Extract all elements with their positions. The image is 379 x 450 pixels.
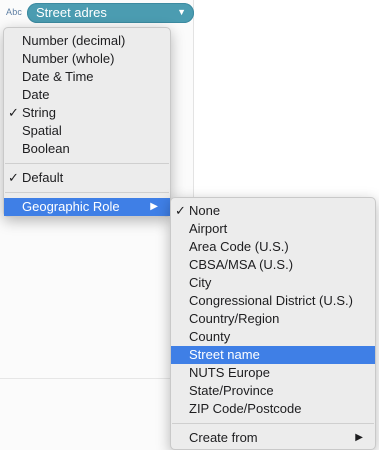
menu-separator — [5, 192, 169, 193]
submenu-item-create-from[interactable]: Create from ▶ — [171, 429, 375, 447]
checkmark-icon: ✓ — [175, 203, 186, 218]
menu-item-label: NUTS Europe — [189, 365, 270, 380]
menu-item-label: Street name — [189, 347, 260, 362]
submenu-item-street-name[interactable]: Street name — [171, 346, 375, 364]
menu-item-label: ZIP Code/Postcode — [189, 401, 302, 416]
menu-item-number-whole[interactable]: Number (whole) — [4, 50, 170, 68]
menu-item-label: County — [189, 329, 231, 344]
menu-item-label: CBSA/MSA (U.S.) — [189, 257, 294, 272]
menu-item-label: Congressional District (U.S.) — [189, 293, 353, 308]
submenu-arrow-icon: ▶ — [150, 201, 158, 212]
menu-item-label: Date — [22, 87, 50, 102]
submenu-item-state-province[interactable]: State/Province — [171, 382, 375, 400]
submenu-item-city[interactable]: City — [171, 274, 375, 292]
submenu-item-cbsa-msa[interactable]: CBSA/MSA (U.S.) — [171, 256, 375, 274]
menu-item-string[interactable]: ✓ String — [4, 104, 170, 122]
menu-item-boolean[interactable]: Boolean — [4, 140, 170, 158]
submenu-item-congressional-district[interactable]: Congressional District (U.S.) — [171, 292, 375, 310]
submenu-item-area-code[interactable]: Area Code (U.S.) — [171, 238, 375, 256]
menu-item-label: Area Code (U.S.) — [189, 239, 289, 254]
string-type-icon[interactable]: Abc — [6, 7, 22, 17]
menu-item-default[interactable]: ✓ Default — [4, 169, 170, 187]
pane-divider — [0, 378, 194, 379]
checkmark-icon: ✓ — [8, 105, 19, 120]
menu-item-label: Airport — [189, 221, 228, 236]
menu-item-spatial[interactable]: Spatial — [4, 122, 170, 140]
field-name: Street adres — [36, 5, 107, 20]
menu-item-label: State/Province — [189, 383, 274, 398]
field-header: Abc Street adres ▼ — [3, 3, 194, 23]
menu-item-label: Number (whole) — [22, 51, 115, 66]
field-pill[interactable]: Street adres ▼ — [27, 3, 194, 23]
menu-item-label: String — [22, 105, 56, 120]
submenu-item-county[interactable]: County — [171, 328, 375, 346]
geographic-role-submenu: ✓ None Airport Area Code (U.S.) CBSA/MSA… — [170, 197, 376, 450]
menu-item-label: Boolean — [22, 141, 70, 156]
menu-item-label: Geographic Role — [22, 199, 120, 214]
submenu-item-none[interactable]: ✓ None — [171, 202, 375, 220]
menu-item-label: Default — [22, 170, 64, 185]
submenu-arrow-icon: ▶ — [355, 432, 363, 443]
menu-item-label: None — [189, 203, 221, 218]
menu-separator — [5, 163, 169, 164]
chevron-down-icon[interactable]: ▼ — [177, 7, 186, 17]
menu-item-label: Country/Region — [189, 311, 280, 326]
menu-item-label: Number (decimal) — [22, 33, 126, 48]
submenu-item-zip-code[interactable]: ZIP Code/Postcode — [171, 400, 375, 418]
submenu-item-nuts-europe[interactable]: NUTS Europe — [171, 364, 375, 382]
menu-item-label: Spatial — [22, 123, 62, 138]
menu-item-label: Create from — [189, 430, 258, 445]
menu-item-label: City — [189, 275, 212, 290]
menu-item-number-decimal[interactable]: Number (decimal) — [4, 32, 170, 50]
field-context-menu: Number (decimal) Number (whole) Date & T… — [3, 27, 171, 217]
submenu-item-airport[interactable]: Airport — [171, 220, 375, 238]
menu-separator — [172, 423, 374, 424]
submenu-item-country-region[interactable]: Country/Region — [171, 310, 375, 328]
checkmark-icon: ✓ — [8, 170, 19, 185]
menu-item-date-time[interactable]: Date & Time — [4, 68, 170, 86]
menu-item-geographic-role[interactable]: Geographic Role ▶ — [4, 198, 170, 216]
menu-item-date[interactable]: Date — [4, 86, 170, 104]
menu-item-label: Date & Time — [22, 69, 94, 84]
